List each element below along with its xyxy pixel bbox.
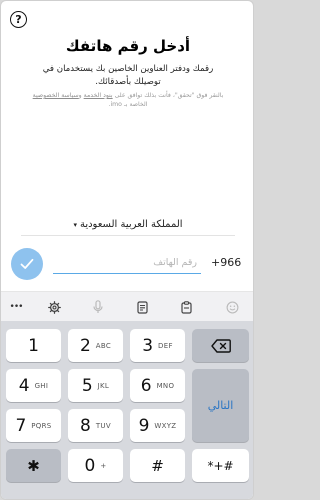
key-4[interactable]: 4 GHI: [6, 369, 61, 402]
key-digit: 5: [81, 375, 93, 396]
key-digit: 2: [79, 335, 91, 356]
key-0[interactable]: 0 +: [68, 449, 123, 482]
star-key[interactable]: ✱: [6, 449, 61, 482]
key-8[interactable]: 8 TUV: [68, 409, 123, 442]
backspace-icon: [210, 338, 231, 353]
page-title: أدخل رقم هاتفك: [65, 37, 191, 55]
symbols-key[interactable]: *+#: [192, 449, 249, 482]
key-letters: TUV: [95, 421, 111, 430]
key-letters: WXYZ: [154, 421, 177, 430]
hash-key[interactable]: #: [130, 449, 185, 482]
settings-icon[interactable]: [45, 298, 63, 316]
emoji-icon[interactable]: [223, 298, 241, 316]
key-digit: 9: [138, 415, 150, 436]
key-9[interactable]: 9 WXYZ: [130, 409, 185, 442]
next-key[interactable]: التالي: [192, 369, 249, 442]
symbols-label: *+#: [207, 458, 234, 473]
key-letters: PQRS: [31, 421, 52, 430]
key-letters: JKL: [97, 381, 110, 390]
help-button[interactable]: ?: [10, 11, 27, 28]
paste-icon: [180, 300, 192, 314]
key-digit: 3: [142, 335, 154, 356]
mic-icon: [93, 300, 103, 313]
phone-screen: ? أدخل رقم هاتفك رقمك ودفتر العناوين الخ…: [0, 0, 254, 500]
question-mark-icon: ?: [15, 13, 22, 26]
key-6[interactable]: 6 MNO: [130, 369, 185, 402]
terms-of-service-link[interactable]: بنود الخدمة: [84, 92, 113, 99]
terms-prefix: بالنقر فوق "تحقق"، فأنت بذلك توافق على: [112, 92, 224, 99]
key-letters: GHI: [34, 381, 49, 390]
key-letters: DEF: [158, 341, 173, 350]
terms-suffix: الخاصة بـ imo.: [108, 101, 148, 108]
key-digit: 6: [140, 375, 152, 396]
key-letters: MNO: [156, 381, 175, 390]
key-1[interactable]: 1: [6, 329, 61, 362]
key-digit: 1: [28, 335, 39, 356]
hash-label: #: [151, 456, 164, 475]
clipboard-list-icon[interactable]: [133, 298, 151, 316]
country-name: المملكة العربية السعودية: [79, 219, 183, 230]
key-digit: 7: [15, 415, 27, 436]
key-3[interactable]: 3 DEF: [130, 329, 185, 362]
microphone-icon[interactable]: [89, 298, 107, 316]
country-selector[interactable]: المملكة العربية السعودية ▾: [21, 219, 235, 230]
document-icon: [136, 300, 148, 314]
key-digit: 0: [84, 455, 96, 476]
dial-code: +966: [211, 256, 242, 269]
smiley-icon: [226, 301, 238, 313]
submit-button[interactable]: [11, 248, 43, 280]
phone-number-input[interactable]: [53, 252, 201, 274]
key-7[interactable]: 7 PQRS: [6, 409, 61, 442]
key-5[interactable]: 5 JKL: [68, 369, 123, 402]
next-label: التالي: [207, 399, 234, 412]
clipboard-icon[interactable]: [177, 298, 195, 316]
more-icon[interactable]: •••: [7, 298, 25, 316]
numeric-keyboard: 1 2 ABC 3 DEF 4 GHI 5 JKL 6 MNO التالي 7…: [1, 321, 253, 499]
gear-icon: [47, 300, 61, 314]
page-subtitle: رقمك ودفتر العناوين الخاصين بك يستخدمان …: [42, 64, 214, 87]
checkmark-icon: [20, 258, 34, 269]
privacy-policy-link[interactable]: سياسة الخصوصية: [33, 92, 79, 99]
asterisk-icon: ✱: [27, 456, 40, 475]
backspace-key[interactable]: [192, 329, 249, 362]
country-divider: [21, 235, 235, 236]
key-digit: 4: [18, 375, 30, 396]
keyboard-toolbar: •••: [1, 291, 253, 321]
more-glyph: •••: [9, 302, 24, 312]
key-letters: ABC: [95, 341, 112, 350]
terms-notice: بالنقر فوق "تحقق"، فأنت بذلك توافق على ب…: [23, 91, 233, 109]
key-digit: 8: [80, 415, 91, 436]
key-2[interactable]: 2 ABC: [68, 329, 123, 362]
dropdown-caret-icon: ▾: [73, 220, 77, 229]
key-letters: +: [100, 461, 107, 470]
